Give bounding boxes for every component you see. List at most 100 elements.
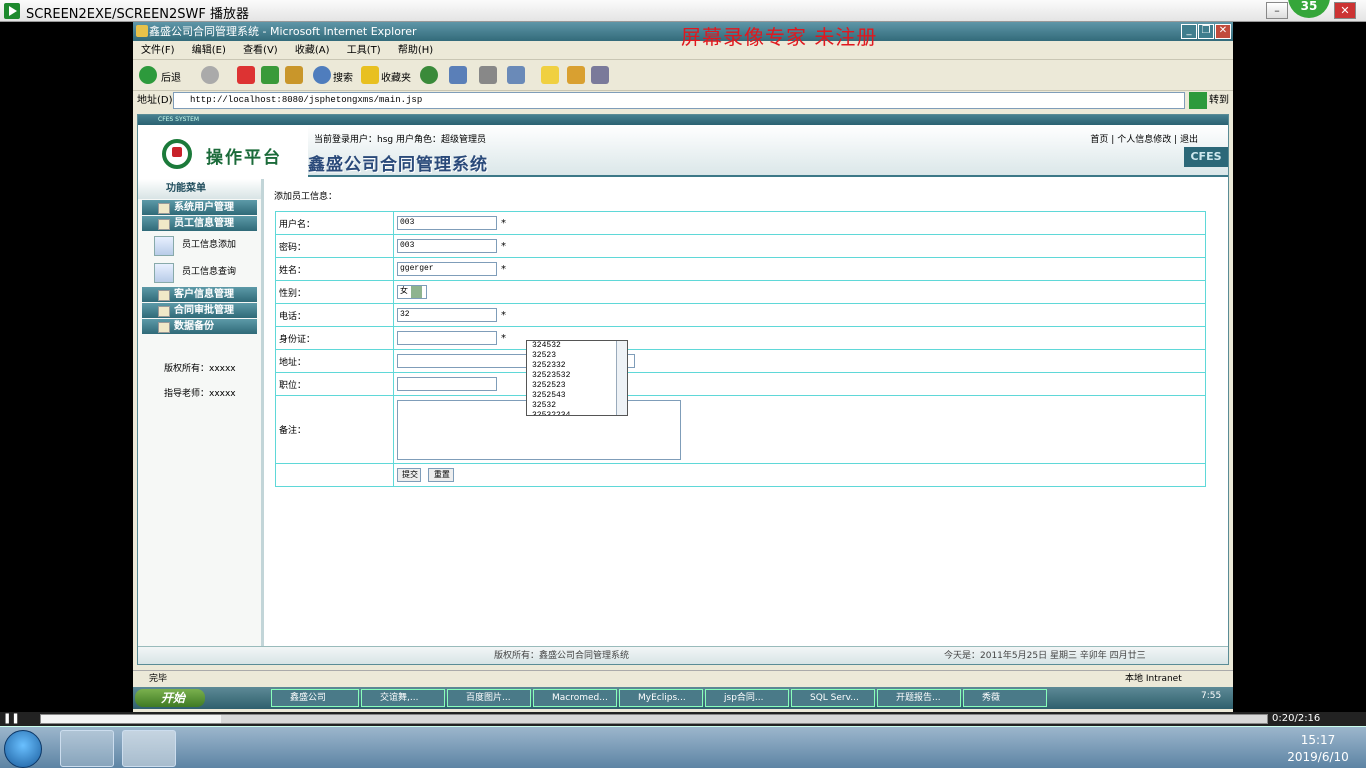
menu-help[interactable]: 帮助(H) bbox=[398, 45, 433, 56]
taskbar-item[interactable]: Macromed... bbox=[533, 689, 617, 707]
name-input[interactable]: ggerger bbox=[397, 262, 497, 276]
taskbar-item[interactable]: SQL Serv... bbox=[791, 689, 875, 707]
ie-close-button[interactable]: ✕ bbox=[1215, 24, 1231, 39]
logo-area: 操作平台 bbox=[138, 125, 308, 177]
home-link[interactable]: 首页 bbox=[1090, 135, 1108, 145]
minimize-button[interactable]: – bbox=[1266, 2, 1288, 19]
phone-input[interactable]: 32 bbox=[397, 308, 497, 322]
sidebar-item-system-users[interactable]: 系统用户管理 bbox=[142, 200, 257, 215]
profile-link[interactable]: 个人信息修改 bbox=[1117, 135, 1171, 145]
close-button[interactable]: ✕ bbox=[1334, 2, 1356, 19]
position-input[interactable] bbox=[397, 377, 497, 391]
phone-label: 电话： bbox=[275, 303, 394, 327]
sidebar: 功能菜单 系统用户管理 员工信息管理 员工信息添加 员工信息查询 客户信息管理 … bbox=[138, 179, 264, 647]
player-app-icon[interactable] bbox=[122, 730, 176, 767]
sidebar-item-employees[interactable]: 员工信息管理 bbox=[142, 216, 257, 231]
taskbar-item[interactable]: MyEclips... bbox=[619, 689, 703, 707]
go-arrow-icon[interactable] bbox=[1189, 92, 1207, 109]
username-input[interactable]: 003 bbox=[397, 216, 497, 230]
search-icon[interactable] bbox=[313, 66, 331, 84]
edit-icon[interactable] bbox=[507, 66, 525, 84]
history-icon[interactable] bbox=[420, 66, 438, 84]
stop-icon[interactable] bbox=[237, 66, 255, 84]
search-button[interactable]: 搜索 bbox=[333, 69, 353, 84]
favorites-button[interactable]: 收藏夹 bbox=[381, 69, 411, 84]
windows-taskbar: 15:17 2019/6/10 bbox=[0, 726, 1366, 768]
platform-title: 操作平台 bbox=[206, 148, 282, 168]
main-content: 添加员工信息： 用户名： 003 * 密码： 003 * 姓名： ggerger * … bbox=[268, 179, 1226, 647]
menu-tools[interactable]: 工具(T) bbox=[347, 45, 381, 56]
scrollbar[interactable] bbox=[616, 341, 627, 415]
back-arrow-icon[interactable] bbox=[139, 66, 157, 84]
research-icon[interactable] bbox=[591, 66, 609, 84]
submit-button[interactable]: 提交 bbox=[397, 468, 421, 482]
xp-clock: 7:55 bbox=[1201, 691, 1222, 701]
id-label: 身份证： bbox=[275, 326, 394, 350]
sidebar-item-backup[interactable]: 数据备份 bbox=[142, 319, 257, 334]
logout-link[interactable]: 退出 bbox=[1180, 135, 1198, 145]
sidebar-advisor: 指导老师：xxxxx bbox=[164, 389, 236, 399]
sidebar-subitem-add-employee[interactable]: 员工信息添加 bbox=[138, 232, 261, 259]
folder-icon[interactable] bbox=[541, 66, 559, 84]
mail-icon[interactable] bbox=[449, 66, 467, 84]
print-icon[interactable] bbox=[479, 66, 497, 84]
chevron-down-icon[interactable] bbox=[411, 286, 422, 298]
username-label: 用户名： bbox=[275, 211, 394, 235]
clock-date: 2019/6/10 bbox=[1287, 750, 1349, 764]
id-input[interactable] bbox=[397, 331, 497, 345]
clock-time: 15:17 bbox=[1300, 733, 1336, 747]
current-user-info: 当前登录用户：hsg 用户角色：超级管理员 bbox=[314, 135, 486, 145]
explorer-icon[interactable] bbox=[60, 730, 114, 767]
pause-icon[interactable]: ❚❚ bbox=[3, 713, 20, 724]
reset-button[interactable]: 重置 bbox=[427, 468, 454, 482]
windows-start-icon[interactable] bbox=[4, 730, 42, 768]
autocomplete-item[interactable]: 3252523 bbox=[532, 381, 627, 391]
autocomplete-item[interactable]: 32523 bbox=[532, 351, 627, 361]
address-input[interactable]: http://localhost:8080/jsphetongxms/main.… bbox=[173, 92, 1185, 109]
favorites-star-icon[interactable] bbox=[361, 66, 379, 84]
autocomplete-item[interactable]: 32532 bbox=[532, 401, 627, 411]
autocomplete-item[interactable]: 3252543 bbox=[532, 391, 627, 401]
autocomplete-item[interactable]: 3252332 bbox=[532, 361, 627, 371]
sidebar-subitem-query-employee[interactable]: 员工信息查询 bbox=[138, 259, 261, 286]
page-footer: 版权所有：鑫盛公司合同管理系统 今天是：2011年5月25日 星期三 辛卯年 四… bbox=[138, 646, 1228, 664]
autocomplete-item[interactable]: 32532234 bbox=[532, 411, 627, 415]
ie-minimize-button[interactable]: _ bbox=[1181, 24, 1197, 39]
menu-file[interactable]: 文件(F) bbox=[141, 45, 175, 56]
go-button[interactable]: 转到 bbox=[1209, 91, 1229, 110]
menu-favorites[interactable]: 收藏(A) bbox=[295, 45, 330, 56]
autocomplete-item[interactable]: 32523532 bbox=[532, 371, 627, 381]
footer-date: 今天是：2011年5月25日 星期三 辛卯年 四月廿三 bbox=[944, 651, 1146, 661]
gender-label: 性别： bbox=[275, 280, 394, 304]
back-button[interactable]: 后退 bbox=[161, 69, 181, 84]
ie-title: 鑫盛公司合同管理系统 - Microsoft Internet Explorer bbox=[149, 25, 417, 38]
gender-select[interactable]: 女 bbox=[397, 285, 427, 299]
messenger-icon[interactable] bbox=[567, 66, 585, 84]
autocomplete-item[interactable]: 324532 bbox=[532, 341, 627, 351]
taskbar-item[interactable]: 秀薇 bbox=[963, 689, 1047, 707]
ie-window: 鑫盛公司合同管理系统 - Microsoft Internet Explorer… bbox=[133, 22, 1233, 712]
seek-bar[interactable] bbox=[40, 714, 1268, 724]
sidebar-item-customers[interactable]: 客户信息管理 bbox=[142, 287, 257, 302]
home-icon[interactable] bbox=[285, 66, 303, 84]
menu-view[interactable]: 查看(V) bbox=[243, 45, 278, 56]
menu-edit[interactable]: 编辑(E) bbox=[192, 45, 226, 56]
forward-arrow-icon[interactable] bbox=[201, 66, 219, 84]
autocomplete-list: 324532 32523 3252332 32523532 3252523 32… bbox=[526, 340, 628, 416]
form-title: 添加员工信息： bbox=[274, 192, 338, 202]
taskbar-item[interactable]: 开题报告... bbox=[877, 689, 961, 707]
taskbar-item[interactable]: 交谊舞,... bbox=[361, 689, 445, 707]
refresh-icon[interactable] bbox=[261, 66, 279, 84]
required-mark: * bbox=[501, 309, 506, 321]
taskbar-item[interactable]: jsp合同... bbox=[705, 689, 789, 707]
sidebar-copyright: 版权所有：xxxxx bbox=[164, 364, 236, 374]
watermark: 屏幕录像专家 未注册 bbox=[681, 25, 878, 49]
ie-maximize-button[interactable]: ❐ bbox=[1198, 24, 1214, 39]
password-input[interactable]: 003 bbox=[397, 239, 497, 253]
start-button[interactable]: 开始 bbox=[135, 689, 205, 707]
taskbar-item[interactable]: 鑫盛公司 bbox=[271, 689, 359, 707]
sidebar-item-contract-approval[interactable]: 合同审批管理 bbox=[142, 303, 257, 318]
taskbar-item[interactable]: 百度图片... bbox=[447, 689, 531, 707]
system-name: 鑫盛公司合同管理系统 bbox=[308, 155, 488, 175]
ie-toolbar: 后退 搜索 收藏夹 bbox=[133, 60, 1233, 91]
